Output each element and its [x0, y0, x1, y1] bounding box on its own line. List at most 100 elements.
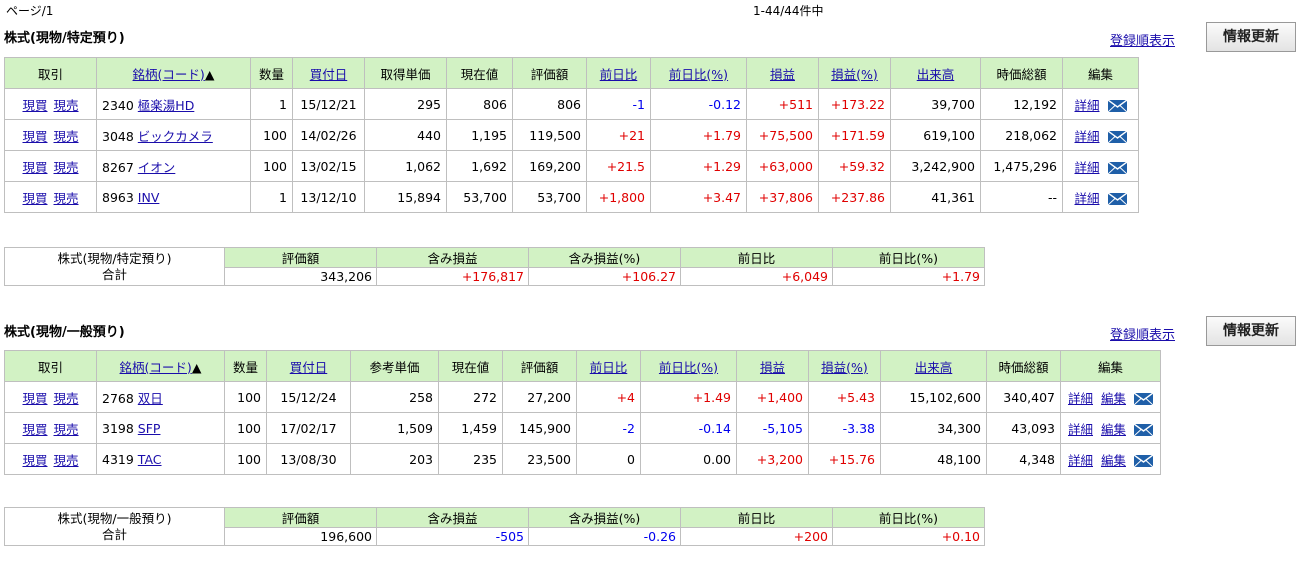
mcap-cell: 4,348: [986, 443, 1061, 475]
col-name[interactable]: 銘柄(コード)▲: [96, 57, 251, 89]
detail-link[interactable]: 詳細: [1074, 98, 1099, 113]
edit-link[interactable]: 編集: [1101, 453, 1126, 468]
unit-cell: 1,509: [350, 412, 439, 444]
plpct-cell: +171.59: [818, 119, 891, 151]
mail-icon[interactable]: [1134, 424, 1153, 436]
stock-name-link[interactable]: 極楽湯HD: [138, 98, 195, 113]
col-vol[interactable]: 出来高: [890, 57, 981, 89]
detail-link[interactable]: 詳細: [1074, 160, 1099, 175]
buy-link[interactable]: 現買: [22, 160, 47, 175]
buy-link[interactable]: 現買: [22, 422, 47, 437]
table-row: 現買 現売 8963 INV 1 13/12/10 15,894 53,700 53,700 +…: [4, 181, 1139, 213]
buy-link[interactable]: 現買: [22, 129, 47, 144]
detail-link[interactable]: 詳細: [1074, 129, 1099, 144]
trade-cell: 現買 現売: [4, 150, 97, 182]
action-cell: 詳細: [1062, 119, 1139, 151]
date-cell: 14/02/26: [292, 119, 365, 151]
buy-link[interactable]: 現買: [22, 98, 47, 113]
col-plpct[interactable]: 損益(%): [818, 57, 891, 89]
col-price: 現在値: [446, 57, 513, 89]
col-chgpct[interactable]: 前日比(%): [640, 350, 737, 382]
qty-cell: 1: [250, 88, 293, 120]
col-chg[interactable]: 前日比: [586, 57, 651, 89]
stock-code: 8267: [102, 159, 134, 175]
edit-link[interactable]: 編集: [1101, 422, 1126, 437]
action-cell: 詳細: [1062, 181, 1139, 213]
mail-icon[interactable]: [1107, 193, 1127, 205]
col-chgpct[interactable]: 前日比(%): [650, 57, 747, 89]
qty-cell: 1: [250, 181, 293, 213]
sell-link[interactable]: 現売: [54, 191, 79, 206]
sell-link[interactable]: 現売: [54, 453, 79, 468]
detail-link[interactable]: 詳細: [1068, 391, 1093, 406]
update-info-button[interactable]: 情報更新: [1206, 22, 1296, 52]
col-vol[interactable]: 出来高: [880, 350, 987, 382]
stock-name-link[interactable]: イオン: [138, 160, 176, 175]
action-cell: 詳細 編集: [1060, 443, 1161, 475]
sell-link[interactable]: 現売: [54, 129, 79, 144]
chg-cell: +21: [586, 119, 651, 151]
mail-icon[interactable]: [1134, 393, 1153, 405]
price-cell: 1,692: [446, 150, 513, 182]
result-count: 1-44/44件中: [753, 4, 824, 18]
section-title-tokutei: 株式(現物/特定預り): [4, 31, 125, 46]
summary-value: 196,600: [224, 527, 377, 546]
col-date[interactable]: 買付日: [266, 350, 351, 382]
col-pl[interactable]: 損益: [746, 57, 819, 89]
detail-link[interactable]: 詳細: [1068, 422, 1093, 437]
col-date[interactable]: 買付日: [292, 57, 365, 89]
summary-table-tokutei: 株式(現物/特定預り) 合計 評価額 含み損益 含み損益(%) 前日比 前日比(%) 343,…: [4, 247, 985, 286]
plpct-cell: +15.76: [808, 443, 881, 475]
sell-link[interactable]: 現売: [54, 160, 79, 175]
mail-icon[interactable]: [1134, 455, 1153, 467]
col-plpct[interactable]: 損益(%): [808, 350, 881, 382]
page-info: ページ/1: [6, 4, 54, 18]
table-row: 現買 現売 2340 極楽湯HD 1 15/12/21 295 806 806 -1 -0.12 +…: [4, 88, 1139, 120]
value-cell: 145,900: [502, 412, 577, 444]
mail-icon[interactable]: [1107, 162, 1127, 174]
col-name[interactable]: 銘柄(コード)▲: [96, 350, 225, 382]
unit-cell: 1,062: [364, 150, 447, 182]
stock-name-link[interactable]: ビックカメラ: [138, 129, 213, 144]
chg-cell: +4: [576, 381, 641, 413]
stock-name-link[interactable]: SFP: [138, 421, 161, 436]
plpct-cell: +237.86: [818, 181, 891, 213]
chgpct-cell: +3.47: [650, 181, 747, 213]
date-cell: 13/02/15: [292, 150, 365, 182]
summary-h-plpct: 含み損益(%): [528, 507, 681, 528]
section-title-ippan: 株式(現物/一般預り): [4, 325, 125, 340]
sell-link[interactable]: 現売: [54, 391, 79, 406]
summary-chgpct: +0.10: [832, 527, 985, 546]
plpct-cell: +5.43: [808, 381, 881, 413]
buy-link[interactable]: 現買: [22, 391, 47, 406]
mail-icon[interactable]: [1107, 100, 1127, 112]
stock-name-link[interactable]: TAC: [138, 452, 162, 467]
vol-cell: 34,300: [880, 412, 987, 444]
edit-link[interactable]: 編集: [1101, 391, 1126, 406]
stock-name-link[interactable]: 双日: [138, 391, 163, 406]
stock-name-link[interactable]: INV: [138, 190, 160, 205]
registration-order-link-2[interactable]: 登録順表示: [1110, 324, 1175, 343]
qty-cell: 100: [250, 150, 293, 182]
table-row: 現買 現売 2768 双日 100 15/12/24 258 272 27,200 +4 +1.4…: [4, 381, 1161, 413]
buy-link[interactable]: 現買: [22, 191, 47, 206]
col-edit: 編集: [1060, 350, 1161, 382]
summary-h-chg: 前日比: [680, 247, 833, 268]
sell-link[interactable]: 現売: [54, 98, 79, 113]
detail-link[interactable]: 詳細: [1068, 453, 1093, 468]
chgpct-cell: +1.79: [650, 119, 747, 151]
col-qty: 数量: [224, 350, 267, 382]
mail-icon[interactable]: [1107, 131, 1127, 143]
col-chg[interactable]: 前日比: [576, 350, 641, 382]
pl-cell: +1,400: [736, 381, 809, 413]
sell-link[interactable]: 現売: [54, 422, 79, 437]
price-cell: 1,459: [438, 412, 503, 444]
detail-link[interactable]: 詳細: [1074, 191, 1099, 206]
col-pl[interactable]: 損益: [736, 350, 809, 382]
summary-table: 株式(現物/一般預り) 合計 評価額 含み損益 含み損益(%) 前日比 前日比(%) 196,…: [4, 507, 985, 546]
trade-cell: 現買 現売: [4, 119, 97, 151]
registration-order-link[interactable]: 登録順表示: [1110, 30, 1175, 49]
buy-link[interactable]: 現買: [22, 453, 47, 468]
name-cell: 3048 ビックカメラ: [96, 119, 251, 151]
update-info-button-2[interactable]: 情報更新: [1206, 316, 1296, 346]
